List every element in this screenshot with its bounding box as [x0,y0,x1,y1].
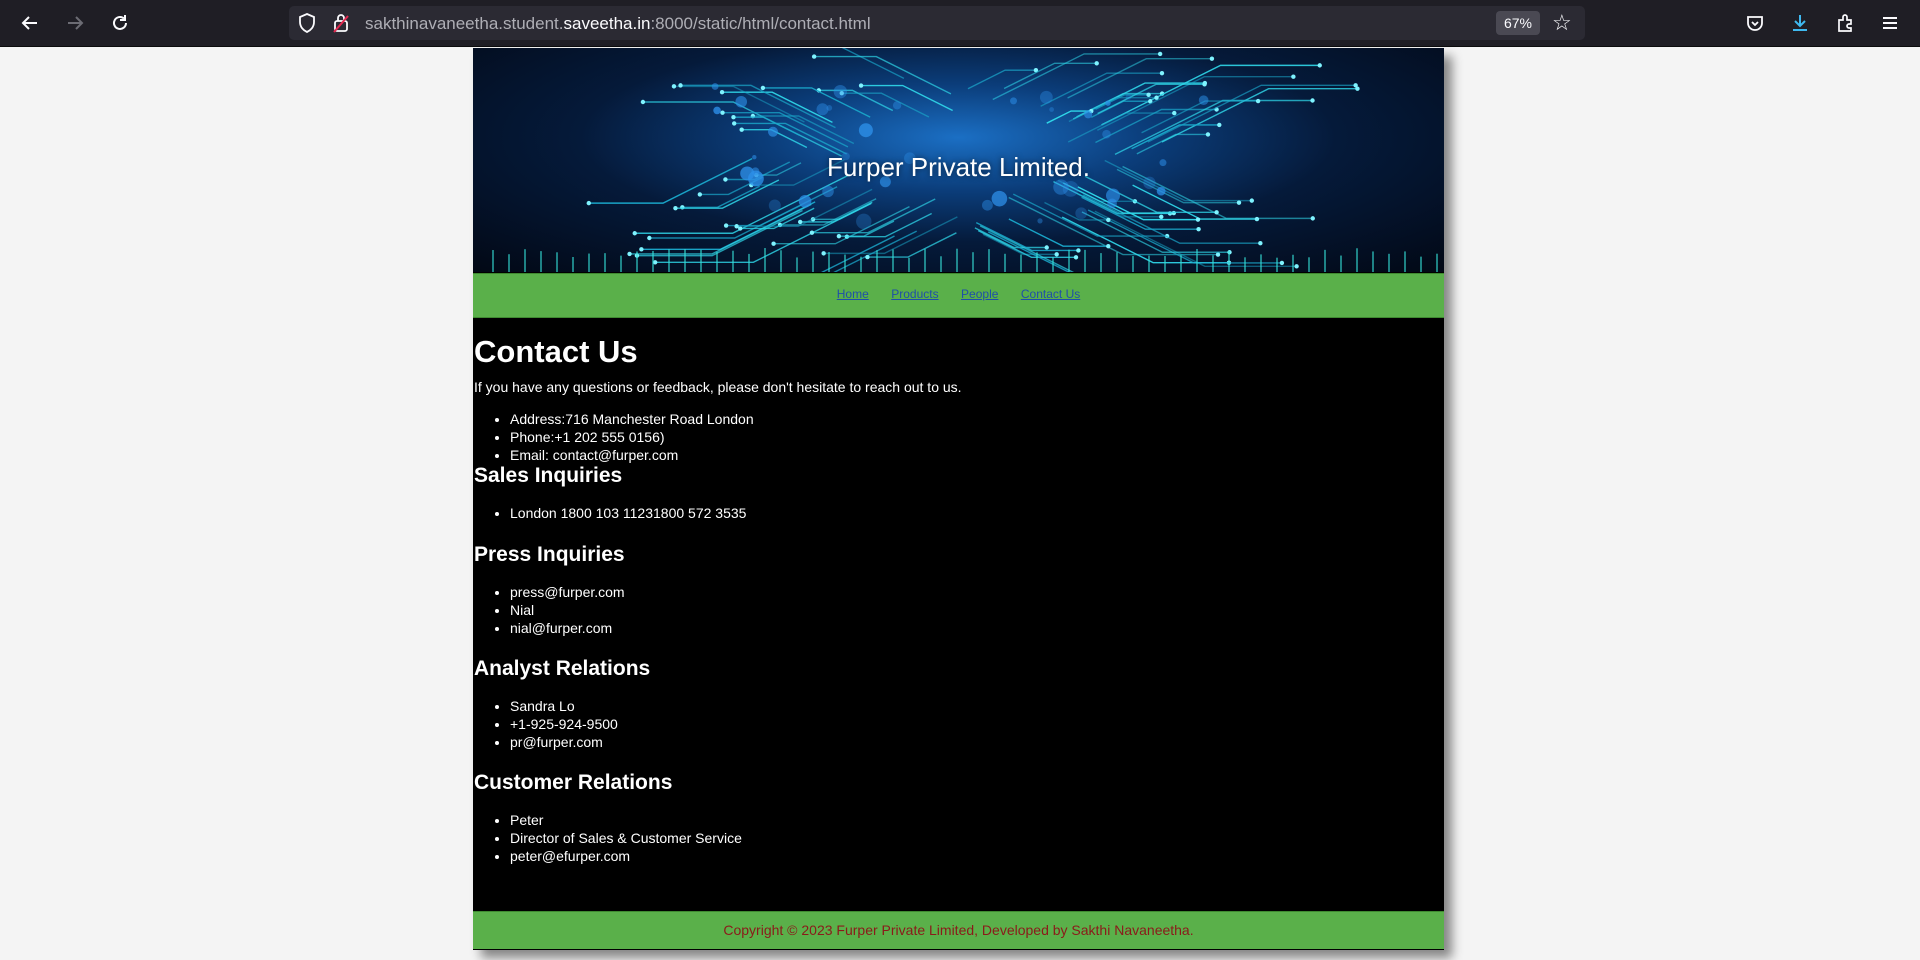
url-host: saveetha.in [563,14,651,33]
downloads-icon[interactable] [1786,9,1814,37]
list-item: nial@furper.com [510,619,625,637]
main-content: Contact Us If you have any questions or … [473,318,1444,960]
forward-icon[interactable] [61,9,89,37]
list-item: press@furper.com [510,583,625,601]
bookmark-star-icon[interactable]: ☆ [1552,10,1572,36]
page-container: Furper Private Limited. Home Products Pe… [473,48,1444,950]
list-item: peter@efurper.com [510,847,742,865]
browser-toolbar: sakthinavaneetha.student.saveetha.in:800… [0,0,1920,47]
back-icon[interactable] [16,9,44,37]
nav-link-people[interactable]: People [961,287,998,301]
url-path: :8000/static/html/contact.html [650,14,871,33]
list-item: Email: contact@furper.com [510,446,754,464]
analyst-heading: Analyst Relations [474,657,651,680]
reload-icon[interactable] [106,9,134,37]
nav-link-products[interactable]: Products [891,287,938,301]
list-item: Director of Sales & Customer Service [510,829,742,847]
contact-list: Address:716 Manchester Road London Phone… [474,410,754,464]
site-title: Furper Private Limited. [827,152,1090,182]
pocket-icon[interactable] [1741,9,1769,37]
list-item: Phone:+1 202 555 0156) [510,428,754,446]
nav-link-home[interactable]: Home [837,287,869,301]
page-title: Contact Us [474,334,638,369]
customer-list: Peter Director of Sales & Customer Servi… [474,811,742,865]
list-item: Address:716 Manchester Road London [510,410,754,428]
list-item: London 1800 103 11231800 572 3535 [510,504,746,522]
press-list: press@furper.com Nial nial@furper.com [474,583,625,637]
insecure-lock-icon[interactable] [333,13,349,38]
analyst-list: Sandra Lo +1-925-924-9500 pr@furper.com [474,697,618,751]
list-item: Nial [510,601,625,619]
nav-link-contact-us[interactable]: Contact Us [1021,287,1080,301]
main-nav: Home Products People Contact Us [473,273,1444,318]
list-item: pr@furper.com [510,733,618,751]
sales-heading: Sales Inquiries [474,464,623,487]
zoom-level-button[interactable]: 67% [1496,11,1540,35]
site-footer: Copyright © 2023 Furper Private Limited,… [473,911,1444,949]
menu-icon[interactable] [1876,9,1904,37]
sales-list: London 1800 103 11231800 572 3535 [474,504,746,522]
extensions-icon[interactable] [1831,9,1859,37]
list-item: +1-925-924-9500 [510,715,618,733]
tracking-shield-icon[interactable] [298,13,316,38]
customer-heading: Customer Relations [474,771,673,794]
copyright-text: Copyright © 2023 Furper Private Limited,… [723,922,1194,938]
url-text[interactable]: sakthinavaneetha.student.saveetha.in:800… [365,14,871,34]
press-heading: Press Inquiries [474,543,625,566]
list-item: Sandra Lo [510,697,618,715]
url-prefix: sakthinavaneetha.student. [365,14,564,33]
intro-text: If you have any questions or feedback, p… [474,379,962,395]
address-bar[interactable]: sakthinavaneetha.student.saveetha.in:800… [289,6,1585,40]
header-banner: Furper Private Limited. [473,48,1444,272]
list-item: Peter [510,811,742,829]
